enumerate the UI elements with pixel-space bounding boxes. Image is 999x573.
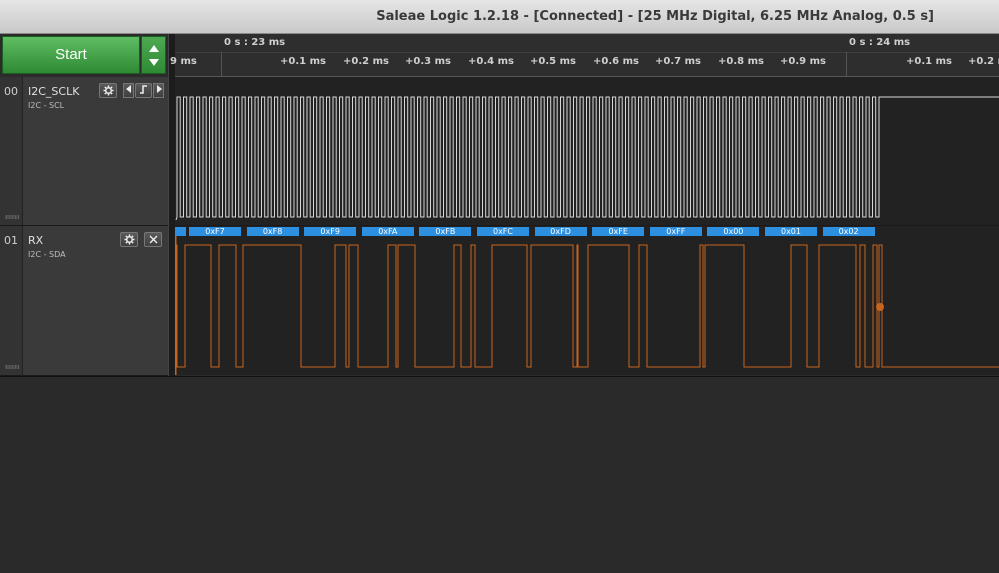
rising-edge-icon (140, 85, 147, 94)
channel-row-scl: 00 I2C_SCLK I2C - SCL (0, 77, 168, 226)
channel-name[interactable]: I2C_SCLK (28, 85, 79, 98)
sda-trace (175, 244, 999, 368)
major-tick-line (221, 52, 222, 76)
remove-analyzer-button[interactable] (144, 232, 162, 247)
decoded-byte-label[interactable]: 0xFD (534, 227, 587, 236)
start-condition-marker[interactable] (176, 227, 186, 236)
decoded-byte-label[interactable]: 0xFF (649, 227, 702, 236)
gear-icon (102, 85, 114, 96)
decoded-byte-label[interactable]: 0x00 (707, 227, 760, 236)
minor-time-label: +0.1 ms (280, 56, 326, 67)
chevron-up-icon[interactable] (149, 45, 159, 52)
chevron-down-icon[interactable] (149, 59, 159, 66)
decoded-byte-label[interactable]: 0xFE (592, 227, 645, 236)
window-titlebar: Saleae Logic 1.2.18 - [Connected] - [25 … (0, 0, 999, 34)
decoded-byte-label[interactable]: 0xF8 (246, 227, 299, 236)
channel-handle[interactable]: 00 (0, 77, 23, 225)
minor-time-label: +0.7 ms (655, 56, 701, 67)
channel-row-sda: 01 RX I2C - SDA (0, 226, 168, 376)
channel-settings-button[interactable] (120, 232, 138, 247)
trigger-button[interactable] (135, 83, 152, 98)
decoded-byte-label[interactable]: 0x01 (765, 227, 817, 236)
minor-time-label: +0.1 ms (906, 56, 952, 67)
decoded-byte-label[interactable]: 0xF9 (304, 227, 357, 236)
drag-grip-icon[interactable] (5, 365, 19, 369)
decoded-byte-label[interactable]: 0xF7 (189, 227, 241, 236)
triangle-left-icon (125, 85, 131, 93)
minor-time-label: +0.8 ms (718, 56, 764, 67)
scl-trace (175, 96, 999, 221)
major-time-label: 0 s : 23 ms (224, 37, 286, 48)
start-options-spinner[interactable] (141, 36, 166, 74)
channel-number: 00 (4, 85, 18, 98)
channel-name[interactable]: RX (28, 234, 43, 247)
start-button[interactable]: Start (2, 36, 140, 74)
waveform-canvas[interactable] (175, 77, 999, 375)
channel-analyzer-label: I2C - SCL (28, 101, 65, 110)
minor-time-label: +0.6 ms (593, 56, 639, 67)
gear-icon (123, 234, 135, 245)
waveform-view[interactable] (175, 77, 999, 375)
major-time-label: 0 s : 24 ms (849, 37, 911, 48)
triangle-right-icon (156, 85, 162, 93)
minor-time-label: +0.3 ms (405, 56, 451, 67)
window-title: Saleae Logic 1.2.18 - [Connected] - [25 … (376, 9, 934, 24)
drag-grip-icon[interactable] (5, 215, 19, 219)
major-tick-line (846, 52, 847, 76)
empty-workspace (0, 376, 999, 573)
stop-condition-marker[interactable] (876, 303, 884, 311)
close-icon (149, 235, 157, 244)
channel-settings-button[interactable] (99, 83, 117, 98)
decoded-byte-label[interactable]: 0xFB (419, 227, 472, 236)
channel-analyzer-label: I2C - SDA (28, 250, 66, 259)
minor-time-label: 9 ms (170, 56, 197, 67)
time-ruler[interactable]: 0 s : 23 ms 0 s : 24 ms 9 ms +0.1 ms +0.… (170, 34, 999, 77)
decoded-byte-label[interactable]: 0x02 (822, 227, 875, 236)
minor-time-label: +0.2 ms (968, 56, 999, 67)
minor-time-label: +0.2 ms (343, 56, 389, 67)
minor-time-label: +0.5 ms (530, 56, 576, 67)
prev-edge-button[interactable] (123, 83, 134, 98)
channel-number: 01 (4, 234, 18, 247)
decoded-byte-label[interactable]: 0xFA (361, 227, 414, 236)
channel-handle[interactable]: 01 (0, 226, 23, 375)
next-edge-button[interactable] (153, 83, 164, 98)
minor-time-label: +0.4 ms (468, 56, 514, 67)
minor-time-label: +0.9 ms (780, 56, 826, 67)
channel-separator (175, 225, 999, 226)
decoded-byte-label[interactable]: 0xFC (477, 227, 529, 236)
